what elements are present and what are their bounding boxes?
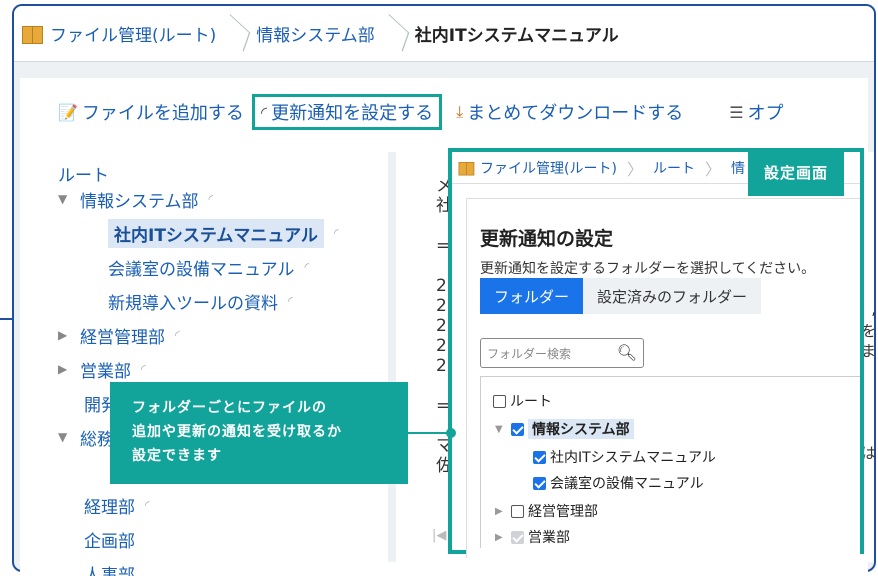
tree-item-management[interactable]: ▶ 経営管理部 ◜ bbox=[58, 318, 339, 352]
signal-icon: ◜ bbox=[288, 294, 293, 308]
breadcrumb-root-label: ファイル管理(ルート) bbox=[50, 26, 217, 46]
signal-icon: ◜ bbox=[208, 192, 214, 206]
content-edge-text: , bbox=[871, 300, 876, 318]
tree-item-it-manual[interactable]: 社内ITシステムマニュアル ◜ bbox=[108, 216, 339, 250]
callout-dot bbox=[446, 428, 456, 438]
signal-icon: ◜ bbox=[175, 328, 180, 342]
folder-row-root[interactable]: ルート bbox=[493, 391, 552, 411]
options-label: オプ bbox=[747, 103, 784, 124]
tree-item-accounting[interactable]: 経理部 ◜ bbox=[58, 488, 339, 522]
book-icon bbox=[22, 25, 43, 44]
signal-icon: ◜ bbox=[145, 498, 150, 512]
callout-line: 設定できます bbox=[132, 448, 222, 464]
folder-label: 経営管理部 bbox=[528, 504, 598, 520]
checkbox-checked[interactable] bbox=[533, 476, 546, 490]
tree-item-label: 会議室の設備マニュアル bbox=[108, 259, 295, 280]
checkbox-disabled bbox=[511, 530, 524, 544]
callout-box: フォルダーごとにファイルの 追加や更新の通知を受け取るか 設定できます bbox=[110, 382, 408, 484]
pager-first-icon[interactable]: |◀ bbox=[432, 528, 446, 543]
set-notification-button[interactable]: ◜ 更新通知を設定する bbox=[251, 94, 443, 130]
list-icon: ☰ bbox=[729, 102, 744, 122]
tree-item-label: 人事部 bbox=[84, 565, 135, 576]
folder-row-it-manual[interactable]: 社内ITシステムマニュアル bbox=[533, 447, 716, 467]
tab-folder[interactable]: フォルダー bbox=[480, 278, 584, 314]
breadcrumb-folder-label: 情報システム部 bbox=[256, 26, 375, 46]
dialog-breadcrumb-route[interactable]: ルート bbox=[653, 158, 695, 178]
signal-icon: ◜ bbox=[304, 260, 310, 274]
bulk-download-label: まとめてダウンロードする bbox=[467, 103, 684, 124]
folder-row-info-system[interactable]: ▼ 情報システム部 bbox=[495, 419, 634, 439]
checkbox[interactable] bbox=[493, 394, 506, 408]
tree-root-label: ルート bbox=[58, 165, 109, 186]
folder-label: ルート bbox=[510, 394, 552, 410]
dialog-breadcrumb-root[interactable]: ファイル管理(ルート) bbox=[480, 158, 617, 178]
triangle-right-icon: ▶ bbox=[495, 531, 503, 543]
folder-checklist: ルート ▼ 情報システム部 社内ITシステムマニュアル 会議室の設備マニュアル … bbox=[480, 376, 860, 548]
checkbox[interactable] bbox=[511, 504, 524, 518]
dialog-title: 更新通知の設定 bbox=[480, 228, 614, 250]
breadcrumb-root[interactable]: ファイル管理(ルート) bbox=[22, 6, 230, 62]
signal-icon: ◜ bbox=[260, 102, 268, 122]
triangle-down-icon: ▼ bbox=[495, 423, 503, 435]
add-file-label: ファイルを追加する bbox=[81, 103, 244, 124]
callout-line: フォルダーごとにファイルの bbox=[132, 400, 327, 416]
tree-item-label: 総務 bbox=[80, 429, 114, 450]
signal-icon: ◜ bbox=[333, 226, 339, 240]
tree-item-info-system[interactable]: ▼ 情報システム部 ◜ bbox=[58, 182, 339, 216]
bulk-download-button[interactable]: ⤓ まとめてダウンロードする bbox=[456, 99, 683, 125]
tree-item-label: 企画部 bbox=[84, 531, 135, 552]
dialog-description: 更新通知を設定するフォルダーを選択してください。 bbox=[480, 261, 816, 277]
download-icon: ⤓ bbox=[456, 102, 464, 121]
folder-row-management[interactable]: ▶ 経営管理部 bbox=[495, 501, 598, 521]
dialog-breadcrumb-more[interactable]: 情 bbox=[731, 158, 745, 178]
set-notification-label: 更新通知を設定する bbox=[271, 103, 434, 124]
folder-tree: ルート ▼ 情報システム部 ◜ 社内ITシステムマニュアル ◜ 会議室の設備マニ… bbox=[58, 156, 339, 576]
chevron-right-icon bbox=[230, 6, 244, 62]
search-placeholder: フォルダー検索 bbox=[487, 346, 572, 361]
tab-configured-folders[interactable]: 設定済みのフォルダー bbox=[583, 278, 762, 314]
tree-item-label: 新規導入ツールの資料 bbox=[108, 293, 278, 314]
triangle-down-icon: ▼ bbox=[58, 430, 68, 444]
tree-item-label: 社内ITシステムマニュアル bbox=[108, 218, 324, 248]
folder-row-meeting-room[interactable]: 会議室の設備マニュアル bbox=[533, 473, 704, 493]
folder-label: 会議室の設備マニュアル bbox=[550, 476, 704, 492]
options-button[interactable]: ☰ オプ bbox=[729, 99, 783, 125]
signal-icon: ◜ bbox=[141, 362, 146, 376]
settings-screen-label: 設定画面 bbox=[748, 148, 844, 196]
breadcrumb-current-label: 社内ITシステムマニュアル bbox=[414, 26, 619, 46]
folder-label: 情報システム部 bbox=[528, 419, 634, 439]
tree-item-label: 情報システム部 bbox=[80, 191, 199, 212]
breadcrumb-current: 社内ITシステムマニュアル bbox=[415, 6, 633, 62]
folder-label: 営業部 bbox=[528, 530, 570, 546]
book-icon bbox=[458, 161, 475, 175]
tree-item-meeting-room[interactable]: 会議室の設備マニュアル ◜ bbox=[108, 250, 339, 284]
checkbox-checked[interactable] bbox=[511, 422, 524, 436]
folder-search-input[interactable]: フォルダー検索 🔍︎ bbox=[480, 338, 644, 368]
tree-item-sales[interactable]: ▶ 営業部 ◜ bbox=[58, 352, 339, 386]
triangle-right-icon: ▶ bbox=[58, 362, 68, 376]
triangle-right-icon: ▶ bbox=[58, 328, 68, 342]
folder-row-sales[interactable]: ▶ 営業部 bbox=[495, 527, 570, 547]
triangle-right-icon: ▶ bbox=[495, 505, 503, 517]
triangle-down-icon: ▼ bbox=[58, 192, 68, 206]
checkbox-checked[interactable] bbox=[533, 450, 546, 464]
toolbar: 📝 ファイルを追加する ◜ 更新通知を設定する ⤓ まとめてダウンロードする ☰… bbox=[58, 94, 798, 130]
search-icon[interactable]: 🔍︎ bbox=[617, 343, 637, 362]
tree-item-label: 経営管理部 bbox=[80, 327, 165, 348]
tree-item-planning[interactable]: 企画部 bbox=[58, 522, 339, 556]
add-file-button[interactable]: 📝 ファイルを追加する bbox=[58, 99, 244, 125]
tree-item-hr[interactable]: 人事部 bbox=[58, 556, 339, 576]
dialog-tabs: フォルダー 設定済みのフォルダー bbox=[480, 278, 762, 314]
chevron-right-icon bbox=[389, 6, 403, 62]
tree-item-label: 経理部 bbox=[84, 497, 135, 518]
breadcrumb: ファイル管理(ルート) 情報システム部 社内ITシステムマニュアル bbox=[14, 6, 874, 62]
edit-note-icon: 📝 bbox=[58, 102, 78, 122]
tree-item-new-tools[interactable]: 新規導入ツールの資料 ◜ bbox=[108, 284, 339, 318]
breadcrumb-folder[interactable]: 情報システム部 bbox=[256, 6, 389, 62]
tree-item-label: 営業部 bbox=[80, 361, 131, 382]
chevron-right-icon: 〉 bbox=[626, 159, 643, 179]
folder-label: 社内ITシステムマニュアル bbox=[550, 450, 716, 466]
chevron-right-icon: 〉 bbox=[704, 159, 721, 179]
callout-line: 追加や更新の通知を受け取るか bbox=[132, 424, 342, 440]
